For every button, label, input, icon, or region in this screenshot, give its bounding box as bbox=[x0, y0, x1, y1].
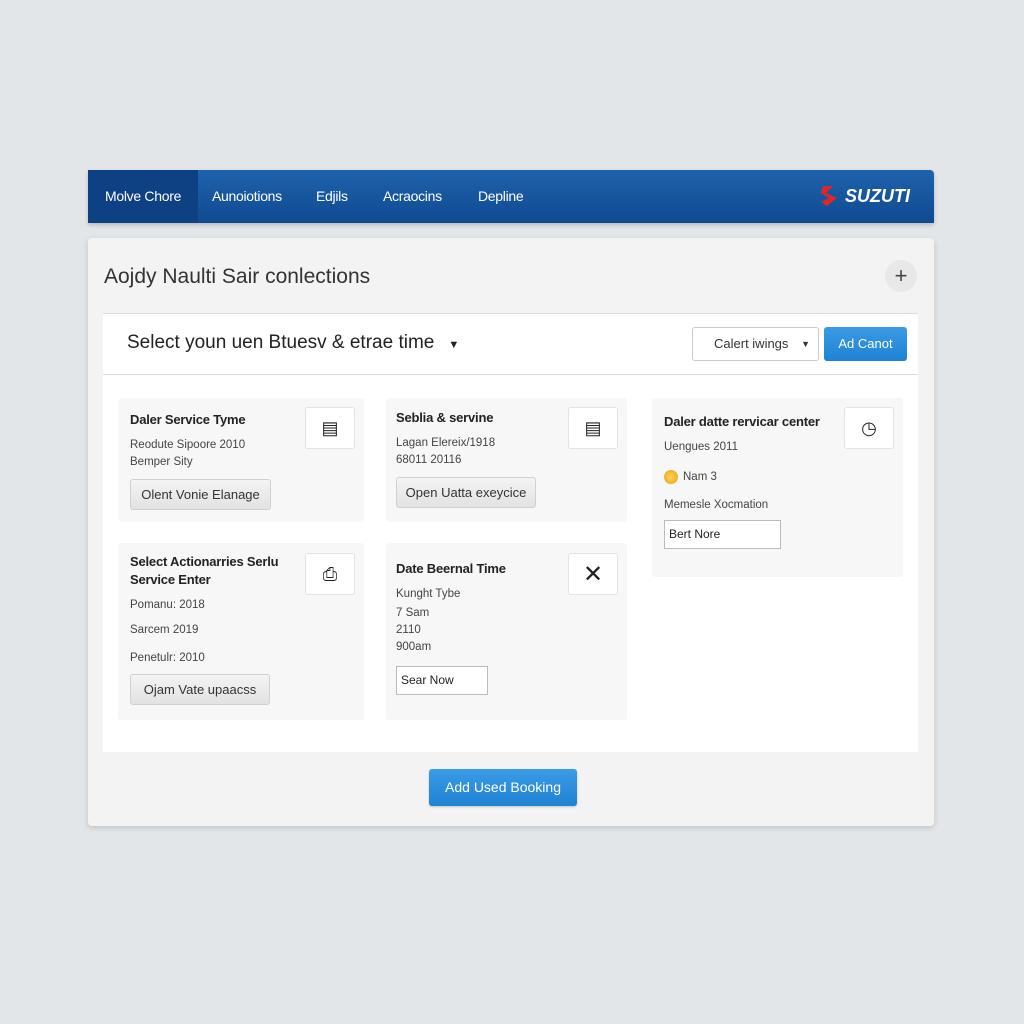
top-nav: Molve Chore Aunoiotions Edjils Acraocins… bbox=[88, 170, 934, 223]
card-text: Nam 3 bbox=[683, 471, 717, 484]
brand-name: SUZUTI bbox=[845, 185, 910, 206]
card-title: Date Beernal Time bbox=[396, 561, 506, 576]
caret-down-icon: ▼ bbox=[448, 339, 460, 351]
service-card: Seblia & servine Lagan Elereix/1918 6801… bbox=[386, 398, 627, 522]
service-card: Select Actionarries Serlu Service Enter … bbox=[118, 543, 364, 720]
card-text: Memesle Xocmation bbox=[664, 499, 769, 511]
tab-5[interactable]: Depline bbox=[461, 170, 540, 223]
add-booking-button[interactable]: Add Used Booking bbox=[429, 769, 577, 806]
selector-label: Select youn uen Btuesv & etrae time bbox=[127, 332, 435, 353]
service-card: Daler datte rervicar center Uengues 2011… bbox=[652, 398, 903, 577]
close-icon[interactable]: ✕ bbox=[568, 553, 618, 595]
brand-s-icon bbox=[821, 186, 837, 206]
service-card: Daler Service Tyme Reodute Sipoore 2010 … bbox=[118, 398, 364, 522]
card-text: 7 Sam bbox=[396, 607, 430, 619]
card-text: Bemper Sity bbox=[130, 456, 193, 468]
service-selector[interactable]: Select youn uen Btuesv & etrae time ▼ bbox=[127, 332, 459, 354]
card-text: 2110 bbox=[396, 624, 421, 636]
filter-dropdown[interactable]: Calert iwings ▼ bbox=[692, 327, 819, 361]
card-text: 68011 20116 bbox=[396, 454, 462, 466]
card-text: Penetulr: 2010 bbox=[130, 652, 205, 664]
add-button[interactable]: Ad Canot bbox=[824, 327, 907, 361]
card-text: 900am bbox=[396, 641, 432, 653]
clock-icon[interactable]: ◷ bbox=[844, 407, 894, 449]
card-title: Select Actionarries Serlu Service Enter bbox=[130, 554, 279, 587]
card-button[interactable]: Ojam Vate upaacss bbox=[130, 674, 270, 705]
card-text: Pomanu: 2018 bbox=[130, 599, 205, 611]
printer-icon[interactable]: ⎙ bbox=[305, 553, 355, 595]
coin-icon bbox=[664, 470, 678, 484]
card-title: Seblia & servine bbox=[396, 410, 494, 425]
add-icon[interactable]: + bbox=[885, 260, 917, 292]
card-title: Daler datte rervicar center bbox=[664, 414, 820, 429]
tab-3[interactable]: Edjils bbox=[299, 170, 365, 223]
card-button[interactable]: Open Uatta exeycice bbox=[396, 477, 536, 508]
card-text: Kunght Tybe bbox=[396, 588, 461, 600]
text-input[interactable]: Bert Nore bbox=[664, 520, 781, 549]
card-button[interactable]: Olent Vonie Elanage bbox=[130, 479, 271, 510]
card-text: Sarcem 2019 bbox=[130, 624, 199, 636]
caret-down-icon: ▼ bbox=[801, 339, 810, 349]
tab-4[interactable]: Acraocins bbox=[366, 170, 459, 223]
clipboard-icon[interactable]: ▤ bbox=[305, 407, 355, 449]
divider bbox=[103, 374, 918, 375]
card-text: Reodute Sipoore 2010 bbox=[130, 439, 246, 451]
tab-1[interactable]: Molve Chore bbox=[88, 170, 199, 223]
text-input[interactable]: Sear Now bbox=[396, 666, 488, 695]
page-title: Aojdy Naulti Sair conlections bbox=[104, 265, 371, 288]
clipboard-icon[interactable]: ▤ bbox=[568, 407, 618, 449]
card-text: Uengues 2011 bbox=[664, 441, 738, 453]
tab-2[interactable]: Aunoiotions bbox=[195, 170, 299, 223]
card-text: Lagan Elereix/1918 bbox=[396, 437, 496, 449]
card-title: Daler Service Tyme bbox=[130, 412, 246, 427]
filter-label: Calert iwings bbox=[714, 336, 789, 351]
brand-logo[interactable]: SUZUTI bbox=[819, 184, 910, 208]
service-card: Date Beernal Time Kunght Tybe 7 Sam 2110… bbox=[386, 543, 627, 720]
